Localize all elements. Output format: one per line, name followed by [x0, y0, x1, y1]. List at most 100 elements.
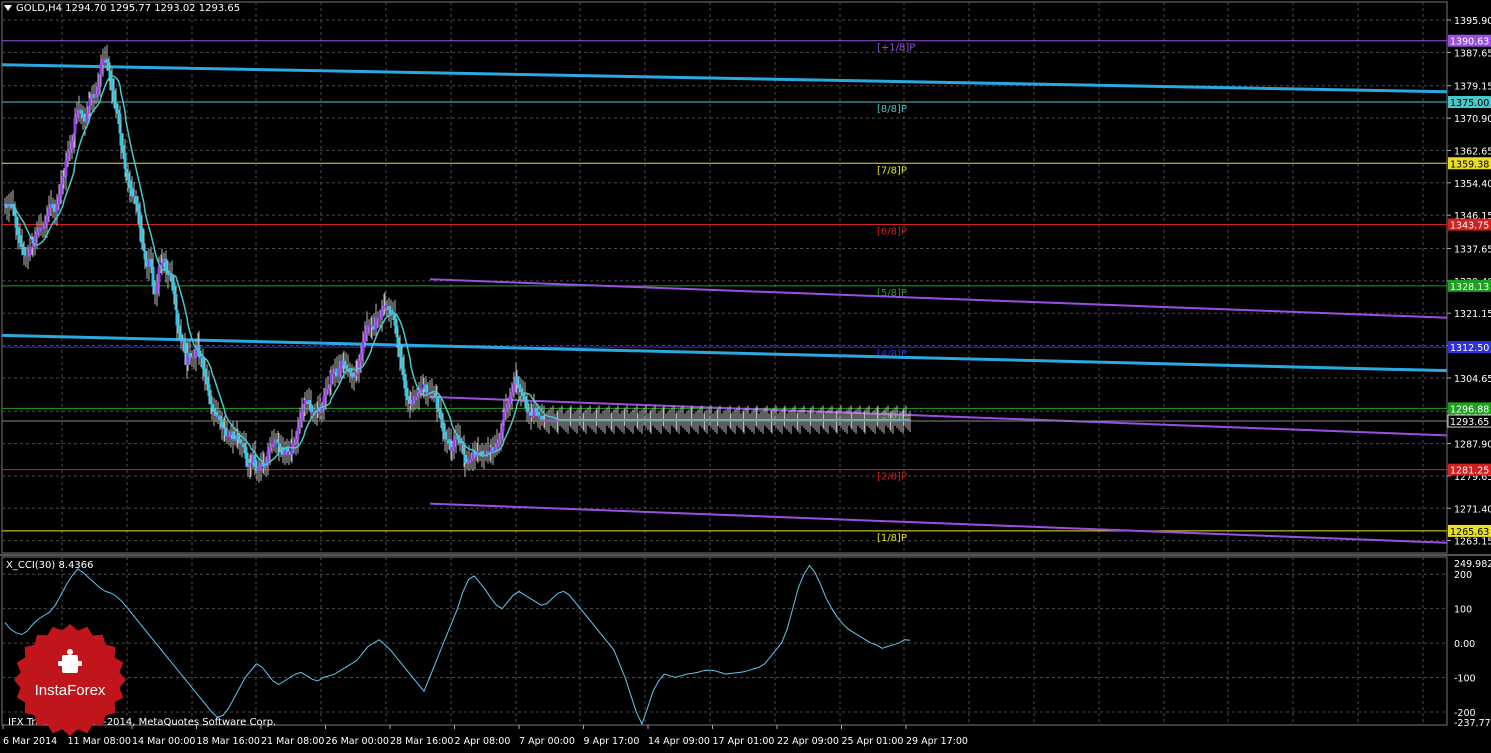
- current-price-text: 1293.65: [1450, 417, 1489, 428]
- candle-body: [114, 102, 118, 110]
- candle-body: [227, 435, 231, 437]
- candle-body: [268, 447, 272, 452]
- candle-body: [177, 325, 181, 334]
- candle-body: [352, 376, 356, 379]
- candle-body: [140, 227, 144, 244]
- symbol-header: GOLD,H4 1294.70 1295.77 1293.02 1293.65: [4, 3, 240, 14]
- time-axis-label: 26 Mar 00:00: [326, 736, 389, 747]
- candle-body: [236, 435, 240, 440]
- channel-top-line: [429, 278, 1448, 319]
- candle-body: [402, 368, 406, 381]
- candle-body: [68, 149, 72, 153]
- candle-body: [81, 113, 85, 118]
- candle-body: [85, 113, 89, 122]
- candle-body: [66, 152, 70, 161]
- candle-body: [238, 439, 242, 444]
- candle-body: [62, 176, 66, 179]
- candle-body: [105, 58, 109, 63]
- murrey-level-label: [1/8]P: [877, 533, 907, 544]
- chart-canvas[interactable]: 1395.90 1387.65 1379.15 1370.90 1362.65 1354.…: [0, 0, 1491, 749]
- candle-body: [257, 466, 261, 471]
- candle-body: [290, 443, 294, 455]
- time-axis-label: 22 Apr 09:00: [777, 736, 839, 747]
- candle-body: [79, 109, 83, 114]
- price-axis-label: 1379.15: [1454, 82, 1491, 93]
- candle-body: [126, 172, 130, 181]
- candle-body: [128, 180, 132, 189]
- candle-body: [121, 145, 125, 153]
- dropdown-triangle-icon[interactable]: [4, 5, 12, 11]
- cci-line: [4, 564, 911, 726]
- candle-body: [94, 94, 98, 99]
- candle-body: [465, 462, 469, 465]
- symbol-ohlc-text: GOLD,H4 1294.70 1295.77 1293.02 1293.65: [16, 3, 241, 14]
- candle-body: [355, 372, 359, 375]
- time-axis-label: 17 Apr 01:00: [713, 736, 775, 747]
- indicator-axis-label: -100: [1454, 674, 1476, 685]
- candle-body: [188, 352, 192, 357]
- candle-body: [134, 196, 138, 204]
- candle-body: [20, 243, 24, 248]
- candle-body: [530, 415, 534, 418]
- candle-body: [495, 443, 499, 448]
- candle-body: [452, 439, 456, 448]
- candle-body: [469, 458, 473, 461]
- candle-body: [119, 133, 123, 146]
- long-trend-line-lower: [1, 333, 1448, 373]
- candle-body: [447, 439, 451, 444]
- candle-body: [149, 258, 153, 267]
- murrey-level-label: [2/8]P: [877, 472, 907, 483]
- candle-body: [400, 356, 404, 369]
- candle-body: [480, 451, 484, 455]
- indicator-axis-label: 200: [1454, 570, 1472, 581]
- candle-body: [329, 372, 333, 385]
- candle-body: [398, 345, 402, 357]
- candle-body: [404, 380, 408, 397]
- candle-body: [33, 235, 37, 244]
- candle-body: [16, 227, 20, 236]
- candle-body: [110, 78, 114, 91]
- chart-window[interactable]: 1395.90 1387.65 1379.15 1370.90 1362.65 1354.…: [0, 0, 1491, 749]
- candle-body: [320, 407, 324, 412]
- price-axis-label: 1395.90: [1454, 16, 1491, 27]
- candle-body: [59, 184, 63, 197]
- candle-body: [437, 407, 441, 412]
- murrey-price-tag-text: 1265.63: [1450, 527, 1489, 538]
- candle-body: [517, 384, 521, 389]
- candle-body: [64, 160, 68, 177]
- candle-body: [294, 439, 298, 444]
- candle-body: [415, 396, 419, 398]
- candle-body: [342, 360, 346, 365]
- murrey-price-tag-text: 1281.25: [1450, 466, 1489, 477]
- candle-body: [192, 356, 196, 359]
- murrey-level-label: [8/8]P: [877, 104, 907, 115]
- candle-body: [75, 113, 79, 118]
- candle-body: [203, 368, 207, 377]
- candle-body: [136, 203, 140, 212]
- time-axis-label: 21 Mar 08:00: [261, 736, 324, 747]
- candle-body: [350, 372, 354, 377]
- candle-body: [463, 454, 467, 463]
- candle-body: [525, 400, 529, 412]
- candle-body: [357, 360, 361, 373]
- candle-body: [164, 258, 168, 271]
- candle-body: [439, 411, 443, 420]
- candle-body: [45, 215, 49, 224]
- logo-badge-icon: [14, 624, 126, 736]
- candle-body: [210, 403, 214, 408]
- candle-body: [292, 443, 296, 445]
- candle-body: [540, 415, 544, 420]
- indicator-axis-label: 0.00: [1454, 639, 1475, 650]
- time-axis-label: 7 Apr 00:00: [519, 736, 575, 747]
- price-axis-label: 1263.15: [1454, 537, 1491, 548]
- candle-body: [88, 98, 92, 106]
- candle-body: [536, 411, 540, 416]
- candle-body: [331, 372, 335, 375]
- price-axis-label: 1362.65: [1454, 146, 1491, 157]
- candle-body: [205, 376, 209, 385]
- time-axis-label: 25 Apr 01:00: [842, 736, 904, 747]
- candle-body: [515, 376, 519, 385]
- candle-body: [47, 207, 51, 216]
- murrey-price-tag-text: 1296.88: [1450, 404, 1489, 415]
- indicator-axis-label: 100: [1454, 605, 1472, 616]
